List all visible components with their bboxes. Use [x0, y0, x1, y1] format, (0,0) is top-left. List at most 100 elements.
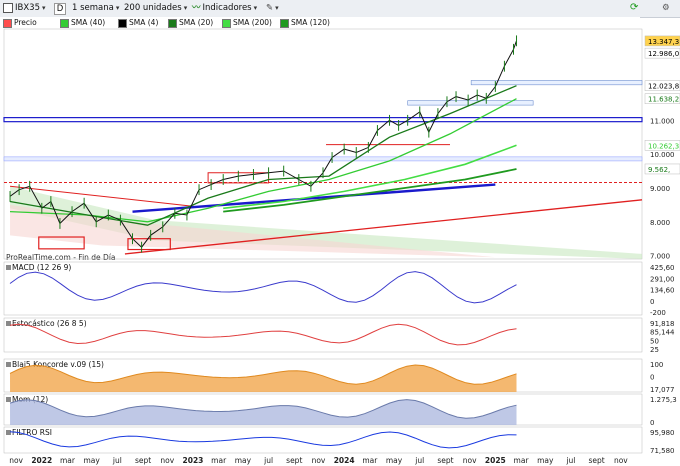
- panel-value-label: 17,077: [650, 386, 675, 394]
- panel-icon: [6, 362, 11, 367]
- x-tick-label: may: [537, 456, 554, 465]
- x-tick-label: 2023: [183, 456, 204, 465]
- legend-item-sma-40[interactable]: SMA (40): [60, 18, 105, 28]
- panel-frame: [3, 393, 643, 426]
- red-downtrend: [9, 185, 197, 208]
- x-tick-label: jul: [414, 456, 424, 465]
- legend-item-sma-20[interactable]: SMA (20): [168, 18, 213, 28]
- legend-label: SMA (200): [233, 18, 272, 27]
- x-tick-label: sept: [135, 456, 151, 465]
- red-box-low-2: [127, 238, 171, 251]
- panel-value-label: 25: [650, 346, 659, 354]
- blue-trendline: [132, 183, 496, 213]
- panel-value-label: 134,60: [650, 287, 675, 295]
- x-tick-label: sept: [286, 456, 302, 465]
- panel-value-label: 71,580: [650, 447, 675, 455]
- panel-value-label: 0: [650, 419, 654, 427]
- series-legend: Precio SMA (40) SMA (4) SMA (20) SMA (200) SM…: [0, 17, 640, 29]
- panel-rsi: FILTRO RSI 95,980 71,580: [3, 426, 675, 455]
- x-tick-label: 2025: [485, 456, 506, 465]
- panel-stoch: Estocástico (26 8 5) 91,81885,1445025: [3, 317, 675, 354]
- y-tick: 10.262,3: [644, 140, 680, 151]
- legend-label: SMA (20): [179, 18, 214, 27]
- series-sma-40: [9, 98, 517, 223]
- chevron-down-icon: ▾: [253, 4, 258, 12]
- x-tick-label: mar: [362, 456, 378, 465]
- price-line: [9, 40, 517, 248]
- green-channel: [10, 186, 643, 259]
- panel-title: Mom (12): [12, 395, 48, 404]
- indicators-icon: 〰: [192, 3, 201, 13]
- x-tick-label: nov: [614, 456, 628, 465]
- y-tick: 13.347,3: [644, 35, 680, 47]
- x-tick-label: sept: [589, 456, 605, 465]
- x-tick-label: nov: [463, 456, 477, 465]
- series-sma-20: [9, 85, 517, 226]
- y-tick: 11.638,2: [644, 93, 680, 104]
- x-tick-label: nov: [9, 456, 23, 465]
- chart-icon: [3, 3, 13, 13]
- x-tick-label: 2022: [31, 456, 52, 465]
- legend-item-precio[interactable]: Precio: [3, 18, 37, 28]
- panel-icon: [6, 265, 11, 270]
- y-tick: 7.000: [650, 253, 670, 261]
- x-tick-label: may: [235, 456, 252, 465]
- series-sma-120: [223, 168, 517, 213]
- panel-line: [9, 323, 517, 346]
- toolbar: IBX35 ▾ D 1 semana ▾ 200 unidades ▾ 〰 In…: [0, 0, 680, 18]
- indicators-menu[interactable]: 〰 Indicadores ▾: [192, 2, 257, 14]
- y-tick-label: 8.000: [650, 219, 670, 227]
- refresh-icon[interactable]: ⟳: [630, 2, 638, 14]
- panel-title: FILTRO RSI: [12, 428, 52, 437]
- settings-icon[interactable]: ⚙: [662, 2, 670, 14]
- legend-swatch: [168, 18, 177, 28]
- price-badge-label: 9.562,: [648, 166, 670, 174]
- x-tick-label: may: [386, 456, 403, 465]
- panel-frame: [3, 261, 643, 316]
- legend-swatch: [222, 18, 231, 28]
- x-tick-label: mar: [211, 456, 227, 465]
- units-selector[interactable]: 200 unidades ▾: [124, 2, 187, 14]
- chevron-down-icon: ▾: [183, 4, 188, 12]
- x-tick-label: mar: [514, 456, 530, 465]
- panel-value-label: 0: [650, 374, 654, 382]
- price-badge: [644, 80, 680, 91]
- period-selector[interactable]: 1 semana ▾: [72, 2, 119, 14]
- panel-value-label: 100: [650, 361, 663, 369]
- daily-button[interactable]: D: [54, 3, 66, 15]
- legend-item-sma-120[interactable]: SMA (120): [280, 18, 330, 28]
- y-tick-label: 11.000: [650, 117, 675, 125]
- y-tick-label: 10.000: [650, 151, 675, 159]
- price-badge-label: 12.986,0: [648, 50, 679, 58]
- legend-swatch: [280, 18, 289, 28]
- panel-value-label: -200: [650, 309, 666, 317]
- panel-value-label: 50: [650, 337, 659, 345]
- y-tick: 11.000: [650, 117, 675, 125]
- legend-item-sma-200[interactable]: SMA (200): [222, 18, 272, 28]
- tools-icon[interactable]: ✎ ▾: [266, 2, 279, 14]
- panel-mom: Mom (12) 1.275,3 0: [3, 393, 677, 427]
- panel-title: Blai5 Koncorde v.09 (15): [12, 360, 104, 369]
- legend-label: SMA (120): [291, 18, 330, 27]
- legend-swatch: [3, 18, 12, 28]
- x-tick-label: nov: [312, 456, 326, 465]
- series-sma-200: [223, 144, 517, 210]
- red-box-low-1: [38, 236, 85, 250]
- panel-value-label: 91,818: [650, 320, 675, 328]
- price-badge: [644, 93, 680, 104]
- blue-support-zone: [3, 117, 643, 123]
- chart-svg: 13.347,3 12.986,0 12.023,8 11.638,2 11.000 10…: [3, 28, 680, 465]
- panel-icon: [6, 430, 11, 435]
- red-channel: [10, 204, 496, 258]
- price-badge: [644, 47, 680, 59]
- symbol-selector[interactable]: IBX35 ▾: [3, 2, 46, 14]
- legend-item-sma-4[interactable]: SMA (4): [118, 18, 158, 28]
- panel-line: [9, 431, 517, 449]
- panel-title: MACD (12 26 9): [12, 263, 71, 272]
- y-tick-label: 7.000: [650, 253, 670, 261]
- y-tick-label: 9.000: [650, 185, 670, 193]
- panel-blai5: Blai5 Koncorde v.09 (15) 100 0 17,077: [3, 358, 675, 394]
- panel-macd: MACD (12 26 9) 425,60 291,00 134,60 0 -200: [3, 261, 675, 317]
- panel-line: [9, 364, 517, 385]
- red-uptrend: [124, 199, 643, 255]
